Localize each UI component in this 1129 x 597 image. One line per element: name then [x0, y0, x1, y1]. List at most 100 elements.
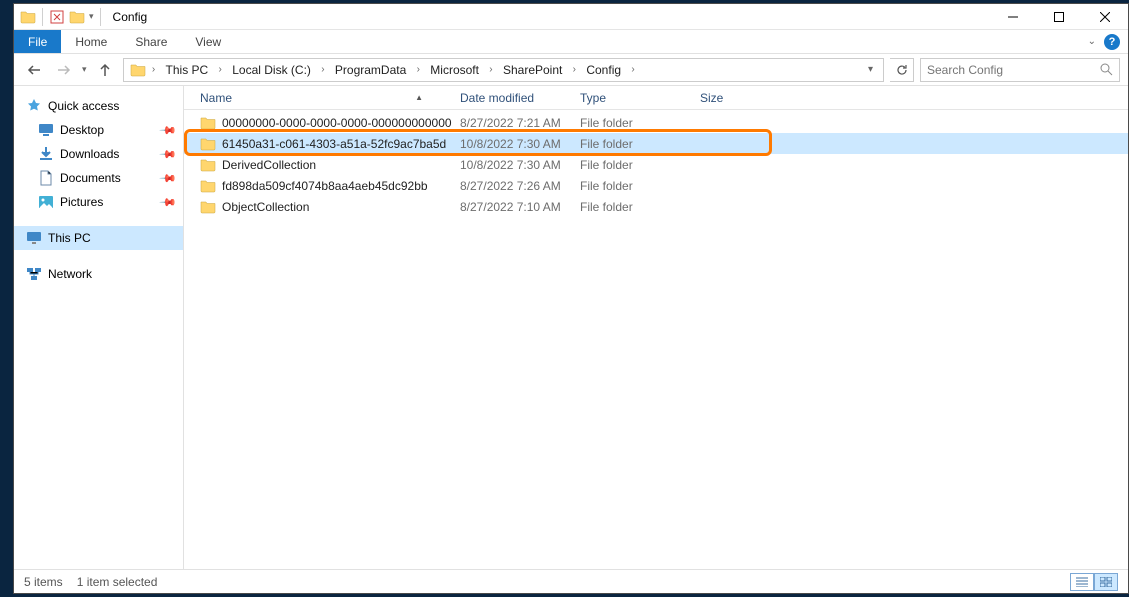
details-view-button[interactable] — [1070, 573, 1094, 591]
refresh-button[interactable] — [890, 58, 914, 82]
cell-type: File folder — [572, 116, 692, 130]
chevron-right-icon[interactable]: › — [485, 59, 497, 81]
cell-type: File folder — [572, 179, 692, 193]
chevron-right-icon[interactable]: › — [317, 59, 329, 81]
chevron-right-icon[interactable]: › — [214, 59, 226, 81]
nav-downloads[interactable]: Downloads 📌 — [14, 142, 183, 166]
pictures-icon — [38, 194, 54, 210]
column-type[interactable]: Type — [572, 86, 692, 109]
nav-desktop[interactable]: Desktop 📌 — [14, 118, 183, 142]
status-bar: 5 items 1 item selected — [14, 569, 1128, 593]
titlebar: ▾ Config — [14, 4, 1128, 30]
tab-view[interactable]: View — [181, 30, 235, 53]
desktop-icon — [38, 122, 54, 138]
maximize-button[interactable] — [1036, 4, 1082, 30]
ribbon-expand-icon[interactable]: ⌄ — [1088, 36, 1096, 47]
pin-icon: 📌 — [159, 169, 178, 188]
column-name[interactable]: Name▲ — [192, 86, 452, 109]
cell-type: File folder — [572, 200, 692, 214]
cell-modified: 8/27/2022 7:10 AM — [452, 200, 572, 214]
cell-modified: 10/8/2022 7:30 AM — [452, 158, 572, 172]
downloads-icon — [38, 146, 54, 162]
column-headers: Name▲ Date modified Type Size — [184, 86, 1128, 110]
chevron-right-icon[interactable]: › — [148, 59, 160, 81]
qat-dropdown-icon[interactable]: ▾ — [89, 11, 94, 22]
star-icon — [26, 98, 42, 114]
breadcrumb-item[interactable]: Microsoft — [424, 59, 485, 81]
table-row[interactable]: ObjectCollection8/27/2022 7:10 AMFile fo… — [184, 196, 1128, 217]
ribbon: File Home Share View ⌄ ? — [14, 30, 1128, 54]
explorer-window: ▾ Config File Home Share View ⌄ ? ▾ › Th… — [13, 3, 1129, 594]
quick-access-toolbar: ▾ — [14, 8, 109, 26]
new-folder-icon[interactable] — [69, 9, 85, 25]
file-list-pane: Name▲ Date modified Type Size 00000000-0… — [184, 86, 1128, 569]
cell-name: 00000000-0000-0000-0000-000000000000 — [192, 115, 452, 131]
cell-modified: 8/27/2022 7:21 AM — [452, 116, 572, 130]
column-size[interactable]: Size — [692, 86, 772, 109]
navigation-pane: Quick access Desktop 📌 Downloads 📌 Docum… — [14, 86, 184, 569]
file-tab[interactable]: File — [14, 30, 61, 53]
cell-type: File folder — [572, 137, 692, 151]
search-icon — [1100, 63, 1113, 76]
close-button[interactable] — [1082, 4, 1128, 30]
pin-icon: 📌 — [159, 121, 178, 140]
tab-home[interactable]: Home — [61, 30, 121, 53]
cell-type: File folder — [572, 158, 692, 172]
body: Quick access Desktop 📌 Downloads 📌 Docum… — [14, 86, 1128, 569]
pc-icon — [26, 230, 42, 246]
breadcrumb-item[interactable]: SharePoint — [497, 59, 568, 81]
cell-name: ObjectCollection — [192, 199, 452, 215]
cell-name: 61450a31-c061-4303-a51a-52fc9ac7ba5d — [192, 136, 452, 152]
status-selection: 1 item selected — [77, 575, 158, 589]
nav-quick-access[interactable]: Quick access — [14, 94, 183, 118]
cell-name: fd898da509cf4074b8aa4aeb45dc92bb — [192, 178, 452, 194]
window-title: Config — [113, 10, 148, 24]
documents-icon — [38, 170, 54, 186]
folder-icon — [130, 62, 146, 78]
nav-documents[interactable]: Documents 📌 — [14, 166, 183, 190]
address-bar: ▾ › This PC› Local Disk (C:)› ProgramDat… — [14, 54, 1128, 86]
up-button[interactable] — [93, 58, 117, 82]
breadcrumb[interactable]: › This PC› Local Disk (C:)› ProgramData›… — [123, 58, 884, 82]
nav-this-pc[interactable]: This PC — [14, 226, 183, 250]
breadcrumb-dropdown-icon[interactable]: ▾ — [862, 59, 879, 81]
chevron-right-icon[interactable]: › — [568, 59, 580, 81]
search-input[interactable] — [927, 63, 1100, 77]
breadcrumb-item[interactable]: This PC — [160, 59, 215, 81]
pin-icon: 📌 — [159, 193, 178, 212]
network-icon — [26, 266, 42, 282]
nav-pictures[interactable]: Pictures 📌 — [14, 190, 183, 214]
table-row[interactable]: DerivedCollection10/8/2022 7:30 AMFile f… — [184, 154, 1128, 175]
chevron-right-icon[interactable]: › — [627, 59, 639, 81]
breadcrumb-item[interactable]: ProgramData — [329, 59, 412, 81]
folder-icon — [20, 9, 36, 25]
chevron-right-icon[interactable]: › — [412, 59, 424, 81]
cell-modified: 8/27/2022 7:26 AM — [452, 179, 572, 193]
breadcrumb-item[interactable]: Config — [580, 59, 627, 81]
forward-button[interactable] — [52, 58, 76, 82]
help-icon[interactable]: ? — [1104, 34, 1120, 50]
cell-modified: 10/8/2022 7:30 AM — [452, 137, 572, 151]
sort-asc-icon: ▲ — [415, 93, 443, 102]
tab-share[interactable]: Share — [121, 30, 181, 53]
nav-network[interactable]: Network — [14, 262, 183, 286]
table-row[interactable]: 61450a31-c061-4303-a51a-52fc9ac7ba5d10/8… — [184, 133, 1128, 154]
separator — [42, 8, 43, 26]
properties-icon[interactable] — [49, 9, 65, 25]
search-box[interactable] — [920, 58, 1120, 82]
table-row[interactable]: 00000000-0000-0000-0000-0000000000008/27… — [184, 112, 1128, 133]
view-toggle — [1070, 573, 1118, 591]
pin-icon: 📌 — [159, 145, 178, 164]
breadcrumb-item[interactable]: Local Disk (C:) — [226, 59, 317, 81]
back-button[interactable] — [22, 58, 46, 82]
large-icons-view-button[interactable] — [1094, 573, 1118, 591]
column-date-modified[interactable]: Date modified — [452, 86, 572, 109]
history-dropdown-icon[interactable]: ▾ — [82, 64, 87, 75]
cell-name: DerivedCollection — [192, 157, 452, 173]
file-list[interactable]: 00000000-0000-0000-0000-0000000000008/27… — [184, 110, 1128, 569]
separator — [100, 8, 101, 26]
table-row[interactable]: fd898da509cf4074b8aa4aeb45dc92bb8/27/202… — [184, 175, 1128, 196]
status-count: 5 items — [24, 575, 63, 589]
minimize-button[interactable] — [990, 4, 1036, 30]
ribbon-right: ⌄ ? — [1080, 30, 1128, 53]
